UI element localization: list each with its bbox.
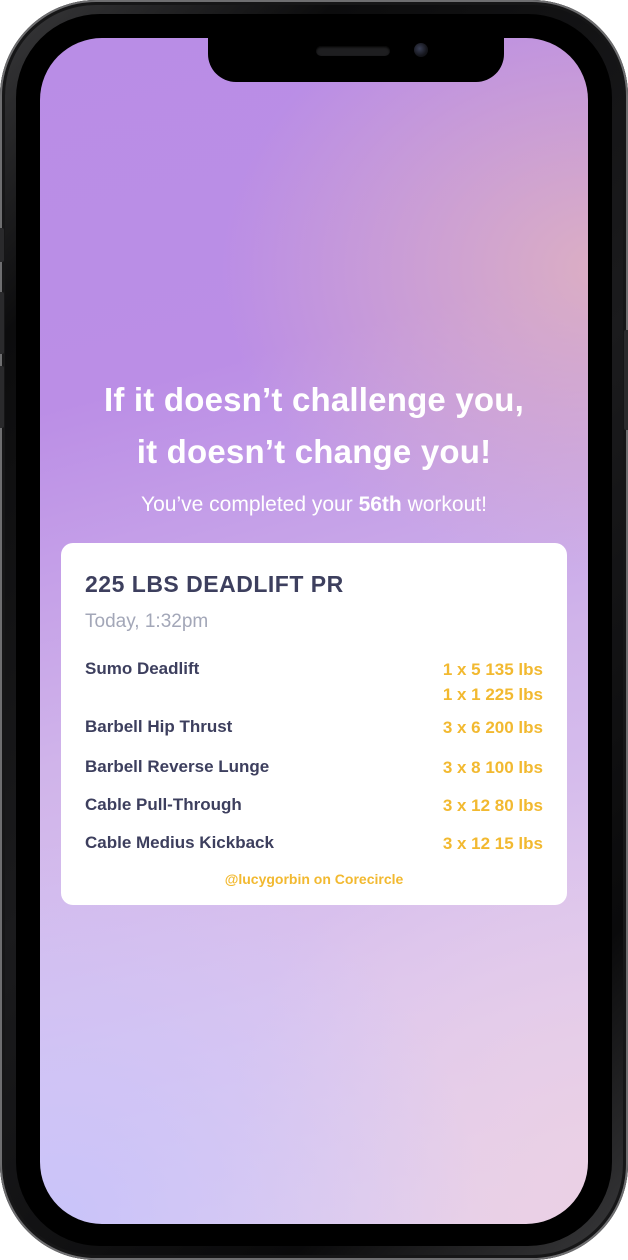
completion-prefix: You’ve completed your [141,493,359,516]
workout-count: 56th [358,493,402,516]
phone-frame: If it doesn’t challenge you, it doesn’t … [0,0,628,1260]
user-credit-link[interactable]: @lucygorbin on Corecircle [61,870,567,888]
exercise-sets: 1 x 5 135 lbs 1 x 1 225 lbs [443,657,543,707]
mute-switch [0,228,4,262]
front-camera-icon [414,43,428,57]
exercise-sets: 3 x 8 100 lbs [443,755,543,780]
exercise-name: Cable Medius Kickback [85,833,274,852]
volume-down-button [0,366,4,428]
quote-line-1: If it doesn’t challenge you, [104,381,524,418]
completion-suffix: workout! [401,493,487,516]
completion-message: You’ve completed your 56th workout! [40,492,588,518]
exercise-set: 3 x 6 200 lbs [442,718,543,737]
exercise-sets: 3 x 6 200 lbs [443,715,543,740]
workout-title: 225 LBS DEADLIFT PR [85,571,344,597]
exercise-name: Barbell Hip Thrust [85,717,233,736]
workout-timestamp: Today, 1:32pm [85,611,209,632]
exercise-set: 1 x 1 225 lbs [442,685,543,704]
exercise-set: 1 x 5 135 lbs [442,660,543,679]
exercise-set: 3 x 8 100 lbs [442,758,543,777]
quote-line-2: it doesn’t change you! [136,433,492,470]
volume-up-button [0,292,4,354]
workout-card[interactable]: 225 LBS DEADLIFT PR Today, 1:32pm Sumo D… [61,543,567,905]
exercise-name: Cable Pull-Through [85,795,242,814]
notch [208,38,504,82]
exercise-set: 3 x 12 80 lbs [442,796,543,815]
speaker-grille [316,46,390,56]
exercise-sets: 3 x 12 80 lbs [443,793,543,818]
exercise-name: Barbell Reverse Lunge [85,757,270,776]
motivational-quote: If it doesn’t challenge you, it doesn’t … [40,374,588,478]
exercise-sets: 3 x 12 15 lbs [443,831,543,856]
power-button [624,330,628,430]
app-screen: If it doesn’t challenge you, it doesn’t … [40,38,588,1224]
exercise-set: 3 x 12 15 lbs [442,834,543,853]
exercise-name: Sumo Deadlift [85,659,200,678]
